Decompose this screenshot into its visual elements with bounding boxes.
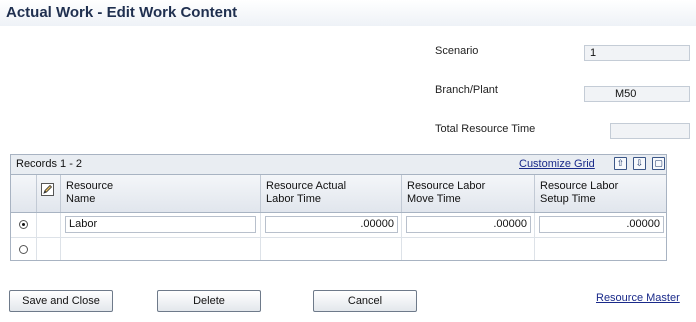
row-select-radio[interactable]	[19, 220, 28, 229]
column-header-move-time[interactable]: Resource Labor Move Time	[402, 175, 535, 212]
actual-labor-time-cell: .00000	[261, 213, 402, 237]
row-select-radio[interactable]	[19, 245, 28, 254]
delete-button[interactable]: Delete	[157, 290, 261, 312]
records-count: Records 1 - 2	[16, 158, 83, 170]
column-header-line2: Name	[66, 193, 96, 205]
maximize-icon[interactable]: ▢	[652, 157, 665, 170]
grid-header-row: Resource Name Resource Actual Labor Time…	[11, 175, 666, 213]
total-resource-time-field	[610, 123, 690, 139]
column-header-line2: Move Time	[407, 193, 461, 205]
column-header-line1: Resource	[66, 180, 114, 192]
branch-plant-label: Branch/Plant	[435, 84, 498, 96]
total-resource-time-label: Total Resource Time	[435, 123, 536, 135]
setup-time-cell[interactable]	[535, 238, 666, 260]
setup-time-cell: .00000	[535, 213, 666, 237]
column-header-line1: Resource Labor	[540, 180, 619, 192]
resource-master-link[interactable]: Resource Master	[596, 292, 680, 304]
cancel-button[interactable]: Cancel	[313, 290, 417, 312]
table-row[interactable]: Labor .00000 .00000 .00000	[11, 213, 666, 238]
page-title: Actual Work - Edit Work Content	[6, 4, 238, 21]
import-icon[interactable]: ⇩	[633, 157, 646, 170]
edit-pencil-icon	[41, 183, 54, 196]
title-bar: Actual Work - Edit Work Content	[0, 0, 696, 26]
table-row[interactable]	[11, 238, 666, 260]
column-header-line1: Resource Labor	[407, 180, 486, 192]
row-edit-cell	[37, 213, 61, 237]
save-and-close-button[interactable]: Save and Close	[9, 290, 113, 312]
column-header-line2: Setup Time	[540, 193, 596, 205]
row-select-cell[interactable]	[11, 213, 37, 237]
actual-labor-time-cell[interactable]	[261, 238, 402, 260]
column-header-resource-name[interactable]: Resource Name	[61, 175, 261, 212]
branch-plant-field[interactable]: M50	[584, 86, 690, 102]
actual-labor-time-input[interactable]: .00000	[265, 216, 398, 233]
scenario-field[interactable]: 1	[584, 45, 690, 61]
grid-toolbar: Records 1 - 2 Customize Grid ⇧ ⇩ ▢	[11, 155, 666, 175]
header-select-cell	[11, 175, 37, 212]
row-edit-cell	[37, 238, 61, 260]
move-time-cell: .00000	[402, 213, 535, 237]
customize-grid-link[interactable]: Customize Grid	[519, 158, 595, 170]
row-select-cell[interactable]	[11, 238, 37, 260]
move-time-input[interactable]: .00000	[406, 216, 531, 233]
column-header-setup-time[interactable]: Resource Labor Setup Time	[535, 175, 666, 212]
column-header-line2: Labor Time	[266, 193, 322, 205]
resource-name-cell[interactable]	[61, 238, 261, 260]
move-time-cell[interactable]	[402, 238, 535, 260]
resource-name-input[interactable]: Labor	[65, 216, 256, 233]
resource-name-cell: Labor	[61, 213, 261, 237]
column-header-actual-labor-time[interactable]: Resource Actual Labor Time	[261, 175, 402, 212]
scenario-label: Scenario	[435, 45, 479, 57]
header-edit-cell	[37, 175, 61, 212]
work-content-grid: Records 1 - 2 Customize Grid ⇧ ⇩ ▢ Resou…	[10, 154, 667, 261]
setup-time-input[interactable]: .00000	[539, 216, 664, 233]
column-header-line1: Resource Actual	[266, 180, 347, 192]
export-icon[interactable]: ⇧	[614, 157, 627, 170]
